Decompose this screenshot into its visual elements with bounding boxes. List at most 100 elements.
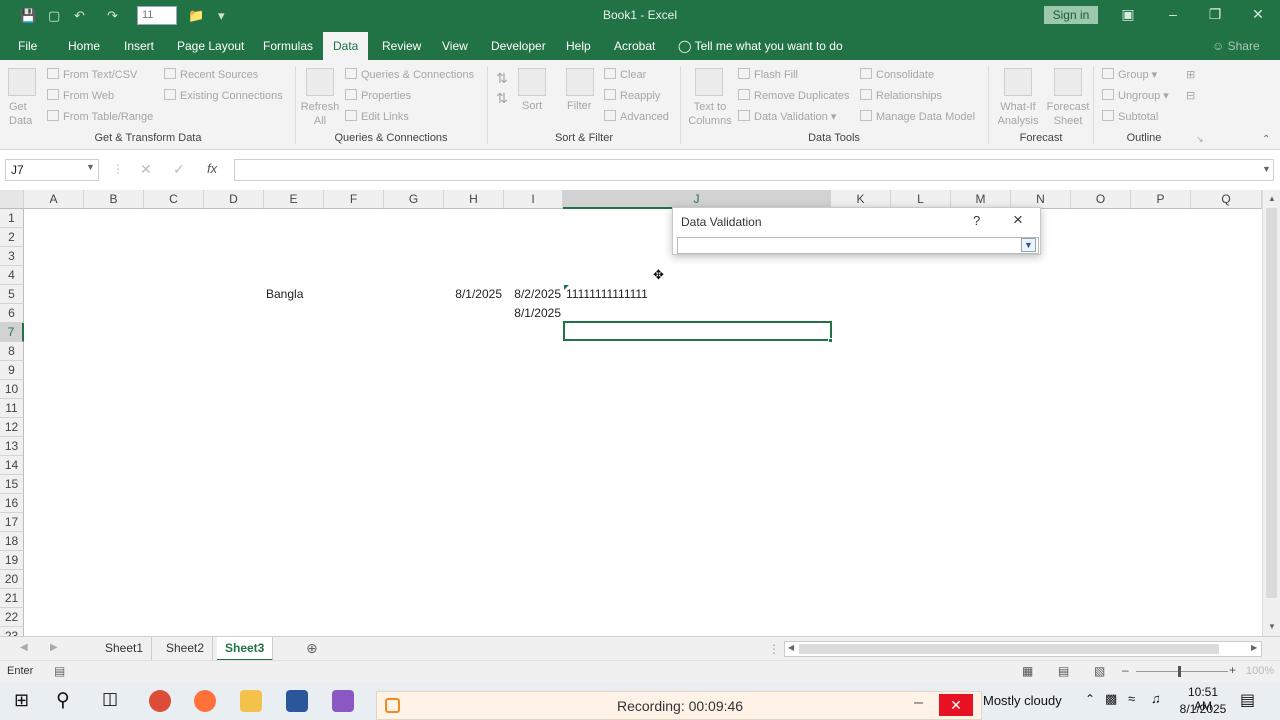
column-header[interactable]: Q: [1191, 190, 1262, 209]
cell-i6[interactable]: 8/1/2025: [504, 304, 561, 323]
name-box[interactable]: J7: [5, 159, 99, 181]
chrome-icon[interactable]: [149, 690, 171, 712]
weather-text[interactable]: Mostly cloudy: [983, 693, 1062, 708]
sheet-tab-sheet3[interactable]: Sheet3: [217, 637, 274, 661]
dialog-close-button[interactable]: ×: [1013, 210, 1023, 230]
column-header[interactable]: I: [504, 190, 563, 209]
horizontal-scrollbar[interactable]: ◀ ▶: [784, 641, 1262, 657]
select-all-corner[interactable]: [0, 190, 24, 209]
recording-minimize-icon[interactable]: –: [914, 694, 923, 712]
cell-i5[interactable]: 8/2/2025: [504, 285, 561, 304]
cell-j5[interactable]: 11111111111111: [566, 285, 648, 304]
row-header[interactable]: 2: [0, 228, 24, 247]
new-sheet-icon[interactable]: ⊕: [306, 640, 318, 657]
wifi-icon[interactable]: ≈: [1128, 691, 1135, 706]
vertical-scrollbar[interactable]: ▲ ▼: [1262, 190, 1280, 636]
normal-view-icon[interactable]: ▦: [1022, 664, 1033, 678]
subtotal-button[interactable]: Subtotal: [1102, 110, 1158, 123]
row-header[interactable]: 23: [0, 627, 24, 636]
volume-icon[interactable]: ♫: [1151, 691, 1161, 706]
tab-home[interactable]: Home: [62, 32, 106, 60]
zoom-out-icon[interactable]: –: [1122, 663, 1129, 677]
recent-sources-button[interactable]: Recent Sources: [164, 68, 258, 81]
scroll-sheets-left-icon[interactable]: ◀: [20, 642, 28, 653]
battery-icon[interactable]: ▩: [1105, 691, 1117, 707]
page-layout-view-icon[interactable]: ▤: [1058, 664, 1069, 678]
existing-connections-button[interactable]: Existing Connections: [164, 89, 283, 102]
name-box-dropdown-icon[interactable]: ▼: [86, 162, 95, 172]
enter-check-icon[interactable]: ✓: [173, 161, 185, 178]
column-header[interactable]: F: [324, 190, 384, 209]
macro-recording-icon[interactable]: ▤: [54, 664, 65, 678]
advanced-button[interactable]: Advanced: [604, 110, 669, 123]
scroll-down-icon[interactable]: ▼: [1268, 622, 1276, 631]
sheet-tab-sheet2[interactable]: Sheet2: [158, 637, 214, 661]
zoom-slider[interactable]: [1136, 671, 1228, 672]
scroll-up-icon[interactable]: ▲: [1268, 194, 1276, 203]
row-header[interactable]: 18: [0, 532, 24, 551]
clock-date[interactable]: 8/1/2025: [1178, 702, 1228, 716]
sort-button[interactable]: Sort: [522, 100, 542, 112]
row-header[interactable]: 21: [0, 589, 24, 608]
row-header[interactable]: 20: [0, 570, 24, 589]
minimize-icon[interactable]: –: [1158, 6, 1188, 22]
get-data-button[interactable]: Get Data: [9, 100, 43, 128]
filter-button[interactable]: Filter: [567, 100, 591, 112]
tab-formulas[interactable]: Formulas: [257, 32, 319, 60]
reapply-button[interactable]: Reapply: [604, 89, 660, 102]
column-header[interactable]: O: [1071, 190, 1131, 209]
recording-close-icon[interactable]: ✕: [939, 694, 973, 716]
expand-dialog-icon[interactable]: ▼: [1021, 238, 1036, 252]
row-header[interactable]: 5: [0, 285, 24, 304]
column-header[interactable]: B: [84, 190, 144, 209]
tab-view[interactable]: View: [436, 32, 474, 60]
consolidate-button[interactable]: Consolidate: [860, 68, 934, 81]
column-header[interactable]: D: [204, 190, 264, 209]
forecast-sheet-button[interactable]: Forecast Sheet: [1045, 100, 1091, 128]
remove-duplicates-button[interactable]: Remove Duplicates: [738, 89, 849, 102]
tab-help[interactable]: Help: [560, 32, 597, 60]
flash-fill-button[interactable]: Flash Fill: [738, 68, 798, 81]
row-header[interactable]: 17: [0, 513, 24, 532]
cell-e5[interactable]: Bangla: [266, 285, 303, 304]
row-header[interactable]: 22: [0, 608, 24, 627]
range-reference-input[interactable]: [677, 237, 1039, 254]
zoom-slider-thumb[interactable]: [1178, 666, 1181, 677]
insert-function-icon[interactable]: fx: [207, 161, 217, 176]
row-header[interactable]: 4: [0, 266, 24, 285]
row-header[interactable]: 15: [0, 475, 24, 494]
search-icon[interactable]: ⚲: [56, 689, 70, 712]
row-header[interactable]: 11: [0, 399, 24, 418]
formula-input[interactable]: [234, 159, 1274, 181]
show-hidden-icons-icon[interactable]: ⌃: [1085, 692, 1095, 706]
ribbon-display-icon[interactable]: ▣: [1113, 6, 1143, 23]
row-header[interactable]: 8: [0, 342, 24, 361]
firefox-icon[interactable]: [194, 690, 216, 712]
tell-me-box[interactable]: ◯ Tell me what you want to do: [678, 32, 843, 60]
sign-in-button[interactable]: Sign in: [1044, 6, 1098, 24]
ungroup-button[interactable]: Ungroup ▾: [1102, 89, 1169, 102]
scroll-right-icon[interactable]: ▶: [1251, 643, 1257, 652]
visual-studio-icon[interactable]: [332, 690, 354, 712]
scroll-thumb[interactable]: [1266, 208, 1277, 598]
share-button[interactable]: ☺ Share: [1212, 32, 1260, 60]
task-view-icon[interactable]: ◫: [102, 689, 118, 709]
tab-review[interactable]: Review: [376, 32, 427, 60]
what-if-analysis-button[interactable]: What-If Analysis: [993, 100, 1043, 128]
edit-links-button[interactable]: Edit Links: [345, 110, 409, 123]
fill-handle[interactable]: [828, 338, 833, 343]
sort-az-icon[interactable]: ⇅: [496, 70, 508, 87]
from-table-button[interactable]: From Table/Range: [47, 110, 153, 123]
tab-file[interactable]: File: [12, 32, 43, 60]
text-to-columns-button[interactable]: Text to Columns: [687, 100, 733, 128]
restore-icon[interactable]: ❐: [1200, 6, 1230, 23]
tab-data[interactable]: Data: [323, 32, 369, 60]
notifications-icon[interactable]: ▤: [1240, 690, 1255, 710]
row-header[interactable]: 6: [0, 304, 24, 323]
page-break-view-icon[interactable]: ▧: [1094, 664, 1105, 678]
collapse-ribbon-icon[interactable]: ⌃: [1262, 134, 1270, 145]
tab-insert[interactable]: Insert: [118, 32, 160, 60]
manage-data-model-button[interactable]: Manage Data Model: [860, 110, 975, 123]
zoom-in-icon[interactable]: +: [1229, 663, 1236, 677]
column-header[interactable]: E: [264, 190, 324, 209]
